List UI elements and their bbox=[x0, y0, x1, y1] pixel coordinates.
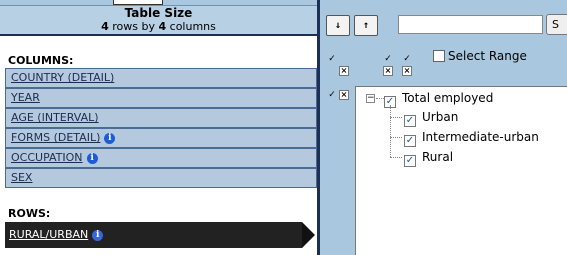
category-tree: − ✓ Total employed ✓ Urban ✓ Intermediate-u… bbox=[355, 86, 567, 255]
column-item-country[interactable]: COUNTRY (DETAIL) bbox=[5, 68, 317, 88]
column-item-occupation[interactable]: OCCUPATION i bbox=[5, 148, 317, 168]
column-item-sex[interactable]: SEX bbox=[5, 168, 317, 188]
tree-checkbox[interactable]: ✓ bbox=[404, 115, 416, 127]
tree-item-label: Urban bbox=[422, 110, 459, 124]
tree-connector bbox=[376, 98, 384, 99]
tree-item-rural[interactable]: ✓ Rural bbox=[404, 150, 453, 167]
tree-checkbox[interactable]: ✓ bbox=[404, 135, 416, 147]
column-item-label[interactable]: AGE (INTERVAL) bbox=[11, 111, 99, 124]
top-tab[interactable] bbox=[113, 0, 163, 5]
sort-up-icon: ↑ bbox=[362, 20, 370, 31]
column-item-label[interactable]: OCCUPATION bbox=[11, 151, 83, 164]
deselect-all-cross-icon[interactable]: × bbox=[339, 66, 349, 76]
row-arrow bbox=[302, 222, 315, 248]
columns-label: COLUMNS: bbox=[8, 54, 74, 67]
search-input[interactable] bbox=[398, 15, 543, 34]
column-item-label[interactable]: COUNTRY (DETAIL) bbox=[11, 71, 114, 84]
tree-cross-icon[interactable]: × bbox=[339, 90, 349, 100]
info-icon[interactable]: i bbox=[86, 153, 98, 164]
tree-connector bbox=[390, 117, 402, 118]
select-range-checkbox[interactable] bbox=[433, 50, 445, 62]
sort-ascending-button[interactable]: ↓ bbox=[326, 15, 350, 36]
row-item-label[interactable]: RURAL/URBAN bbox=[9, 228, 88, 241]
tree-check-icon[interactable]: ✓ bbox=[327, 90, 337, 100]
columns-list: COUNTRY (DETAIL) YEAR AGE (INTERVAL) FOR… bbox=[5, 68, 317, 188]
tree-item-urban[interactable]: ✓ Urban bbox=[404, 110, 458, 127]
tree-item-label: Total employed bbox=[402, 91, 494, 105]
deselect-children-cross-icon[interactable]: × bbox=[402, 66, 412, 76]
tree-connector bbox=[390, 137, 402, 138]
collapse-icon[interactable]: − bbox=[366, 94, 375, 103]
tree-checkbox[interactable]: ✓ bbox=[404, 155, 416, 167]
tree-item-intermediate-urban[interactable]: ✓ Intermediate-urban bbox=[404, 130, 539, 147]
column-item-label[interactable]: FORMS (DETAIL) bbox=[11, 131, 100, 144]
tree-connector bbox=[390, 157, 402, 158]
column-item-label[interactable]: SEX bbox=[11, 171, 32, 184]
select-range-label: Select Range bbox=[448, 49, 527, 63]
tree-item-label: Rural bbox=[422, 150, 454, 164]
tree-item-label: Intermediate-urban bbox=[422, 130, 539, 144]
select-children-check-icon[interactable]: ✓ bbox=[402, 54, 412, 64]
table-size-header: Table Size 4 rows by 4 columns bbox=[0, 6, 317, 36]
sort-down-icon: ↓ bbox=[334, 20, 342, 31]
tree-item-total-employed[interactable]: ✓ Total employed bbox=[384, 91, 493, 108]
deselect-level-cross-icon[interactable]: × bbox=[383, 66, 393, 76]
row-item-rural-urban[interactable]: RURAL/URBAN i bbox=[5, 222, 315, 248]
select-all-check-icon[interactable]: ✓ bbox=[327, 54, 337, 64]
sort-descending-button[interactable]: ↑ bbox=[354, 15, 378, 36]
table-size-title: Table Size bbox=[124, 6, 193, 20]
column-item-year[interactable]: YEAR bbox=[5, 88, 317, 108]
column-item-age[interactable]: AGE (INTERVAL) bbox=[5, 108, 317, 128]
column-item-forms[interactable]: FORMS (DETAIL) i bbox=[5, 128, 317, 148]
rows-word: rows by bbox=[112, 20, 155, 33]
layout-panel: Table Size 4 rows by 4 columns COLUMNS: … bbox=[0, 0, 317, 255]
selection-panel: ↓ ↑ S ✓ × ✓ ✓ × × Select Range ✓ × − ✓ To… bbox=[320, 0, 567, 255]
select-level-check-icon[interactable]: ✓ bbox=[383, 54, 393, 64]
cols-word: columns bbox=[169, 20, 216, 33]
info-icon[interactable]: i bbox=[92, 230, 104, 241]
info-icon[interactable]: i bbox=[104, 133, 116, 144]
rows-count: 4 bbox=[101, 20, 109, 33]
rows-label: ROWS: bbox=[8, 207, 51, 220]
column-item-label[interactable]: YEAR bbox=[11, 91, 40, 104]
select-range-option[interactable]: Select Range bbox=[433, 49, 527, 63]
tree-connector bbox=[390, 105, 391, 157]
table-size-summary: 4 rows by 4 columns bbox=[0, 20, 317, 33]
search-button[interactable]: S bbox=[546, 14, 567, 35]
cols-count: 4 bbox=[158, 20, 167, 33]
